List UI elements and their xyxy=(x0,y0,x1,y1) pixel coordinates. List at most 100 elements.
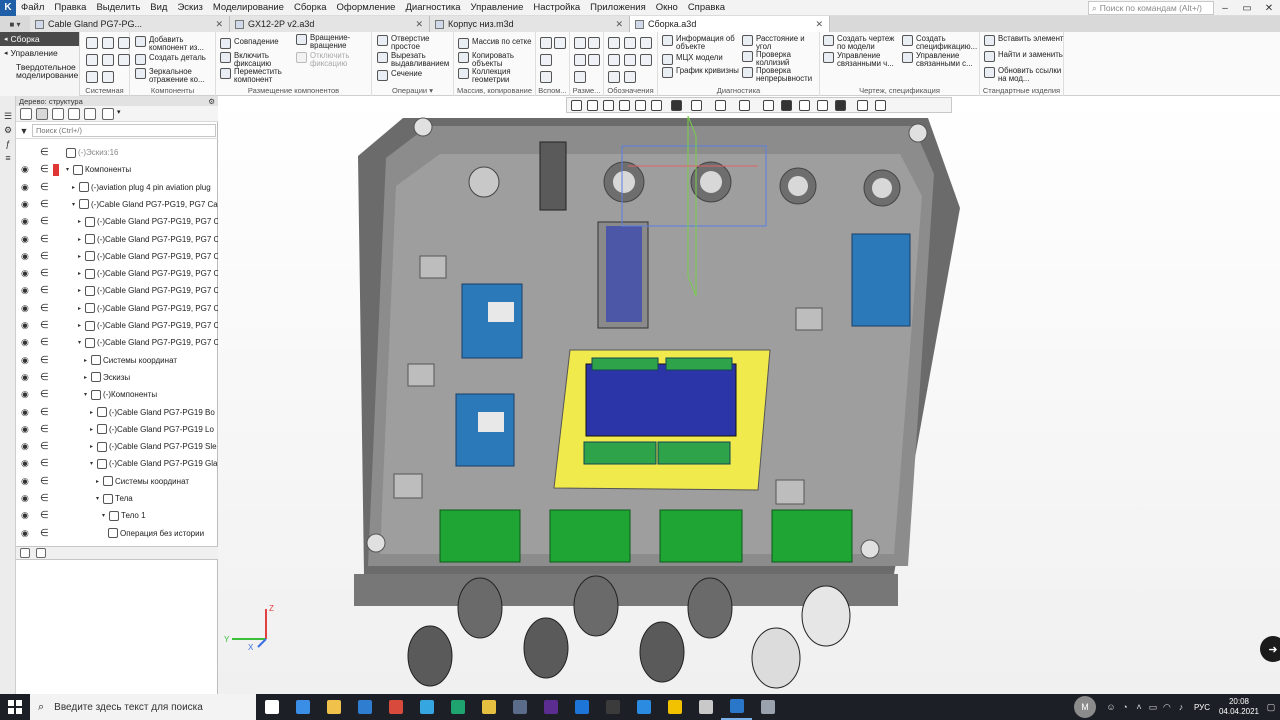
chevron-down-icon[interactable]: ▾ xyxy=(84,391,87,398)
include-icon[interactable]: ∈ xyxy=(40,493,49,504)
section-view-icon[interactable] xyxy=(739,100,750,111)
taskbar-app-explorer[interactable] xyxy=(318,694,349,720)
people-icon[interactable]: ☺ xyxy=(1104,702,1118,712)
insert-element-button[interactable]: Вставить элемент xyxy=(984,35,1064,46)
chevron-right-icon[interactable]: ▸ xyxy=(84,357,87,364)
menu-item-2[interactable]: Выделить xyxy=(91,2,145,13)
tree-row[interactable]: ◉ ∈ ▸ (-)Cable Gland PG7-PG19, PG7 C xyxy=(16,265,218,282)
tree-row[interactable]: ◉ ∈ ▸ (-)Cable Gland PG7-PG19, PG7 C xyxy=(16,317,218,334)
manage-linked-specs-button[interactable]: Управление связанными с... xyxy=(902,52,980,68)
properties-icon[interactable]: ⚙ xyxy=(2,124,14,136)
tree-search-input[interactable] xyxy=(32,124,216,137)
tree-row[interactable]: ◉ ∈ ▾ (-)Cable Gland PG7-PG19, PG7 Cab xyxy=(16,196,218,213)
disable-fixation-button[interactable]: Отключить фиксацию xyxy=(296,52,370,68)
mode-solid-modeling[interactable]: Твердотельное моделирование xyxy=(0,60,79,82)
panel-toggle-icon[interactable] xyxy=(20,548,30,558)
taskbar-app-terminal[interactable] xyxy=(597,694,628,720)
include-icon[interactable]: ∈ xyxy=(40,285,49,296)
eye-icon[interactable]: ◉ xyxy=(21,389,29,400)
menu-item-10[interactable]: Настройка xyxy=(528,2,585,13)
pan-icon[interactable] xyxy=(619,100,630,111)
menu-item-13[interactable]: Справка xyxy=(683,2,730,13)
taskbar-app-calculator[interactable] xyxy=(504,694,535,720)
eye-icon[interactable]: ◉ xyxy=(21,337,29,348)
collision-check-button[interactable]: Проверка коллизий xyxy=(742,51,820,67)
tree-grid-icon[interactable] xyxy=(68,108,80,120)
variables-icon[interactable]: ƒ xyxy=(2,138,14,150)
tree-row[interactable]: ◉ ∈ ▸ Системы координат xyxy=(16,352,218,369)
find-replace-button[interactable]: Найти и заменить xyxy=(984,51,1064,62)
command-search-input[interactable]: ⌕ Поиск по командам (Alt+/) xyxy=(1088,1,1214,15)
snap-icon[interactable] xyxy=(781,100,792,111)
object-info-button[interactable]: Информация об объекте xyxy=(662,35,740,51)
menu-item-9[interactable]: Управление xyxy=(466,2,529,13)
chevron-right-icon[interactable]: ▸ xyxy=(78,253,81,260)
mode-management[interactable]: ◂ Управление xyxy=(0,46,79,60)
action-center-icon[interactable]: ▢ xyxy=(1262,702,1280,713)
tree-row[interactable]: ◉ ∈ ▸ (-)Cable Gland PG7-PG19, PG7 C xyxy=(16,282,218,299)
tree-row[interactable]: ∈ (-)Эскиз:16 xyxy=(16,144,218,161)
tree-row[interactable]: ◉ ∈ ▸ (-)Cable Gland PG7-PG19, PG7 C xyxy=(16,213,218,230)
battery-icon[interactable]: ▭ xyxy=(1146,702,1160,713)
eye-icon[interactable]: ◉ xyxy=(21,164,29,175)
close-icon[interactable]: ✕ xyxy=(815,19,823,30)
eye-icon[interactable]: ◉ xyxy=(21,458,29,469)
close-icon[interactable]: ✕ xyxy=(1258,0,1280,16)
chevron-right-icon[interactable]: ▸ xyxy=(90,409,93,416)
layers-icon[interactable]: ≡ xyxy=(2,152,14,164)
redo-icon[interactable] xyxy=(102,71,114,83)
select-all-icon[interactable] xyxy=(857,100,868,111)
orientation-icon[interactable] xyxy=(651,100,662,111)
taskbar-app-app-red[interactable] xyxy=(380,694,411,720)
aux-axis-icon[interactable] xyxy=(554,37,566,49)
expand-arrow-icon[interactable]: ➜ xyxy=(1260,636,1280,662)
close-icon[interactable]: ✕ xyxy=(415,19,423,30)
tree-row[interactable]: ◉ ∈ ▸ (-)Cable Gland PG7-PG19, PG7 C xyxy=(16,300,218,317)
render-icon[interactable] xyxy=(763,100,774,111)
eye-icon[interactable]: ◉ xyxy=(21,476,29,487)
document-tab-0[interactable]: Cable Gland PG7-PG... ✕ xyxy=(30,16,230,32)
chevron-right-icon[interactable]: ▸ xyxy=(90,443,93,450)
taskbar-app-kompas[interactable] xyxy=(721,694,752,720)
create-drawing-button[interactable]: Создать чертеж по модели xyxy=(823,35,903,51)
thread-icon[interactable] xyxy=(624,54,636,66)
include-icon[interactable]: ∈ xyxy=(40,182,49,193)
save-icon[interactable] xyxy=(118,37,130,49)
eye-icon[interactable]: ◉ xyxy=(21,216,29,227)
eye-icon[interactable]: ◉ xyxy=(21,372,29,383)
include-icon[interactable]: ∈ xyxy=(40,320,49,331)
selection-filter-icon[interactable] xyxy=(835,100,846,111)
leader-icon[interactable] xyxy=(574,71,586,83)
print-icon[interactable] xyxy=(86,54,98,66)
tree-row[interactable]: ◉ ∈ ▾ (-)Cable Gland PG7-PG19 Gla xyxy=(16,455,218,472)
clock[interactable]: 20:08 04.04.2021 xyxy=(1216,697,1262,717)
eye-icon[interactable]: ◉ xyxy=(21,528,29,539)
document-tab-2[interactable]: Корпус низ.m3d ✕ xyxy=(430,16,630,32)
chevron-right-icon[interactable]: ▸ xyxy=(78,236,81,243)
tree-row[interactable]: ◉ ∈ Операция без истории xyxy=(16,525,218,542)
close-icon[interactable]: ✕ xyxy=(215,19,223,30)
include-icon[interactable]: ∈ xyxy=(40,476,49,487)
chevron-right-icon[interactable]: ▸ xyxy=(72,184,75,191)
add-component-button[interactable]: Добавить компонент из... xyxy=(135,36,215,52)
filter-icon[interactable] xyxy=(817,100,828,111)
enable-fixation-button[interactable]: Включить фиксацию xyxy=(220,52,286,68)
extrude-cut-button[interactable]: Вырезать выдавливанием xyxy=(377,52,453,68)
update-links-button[interactable]: Обновить ссылки на мод... xyxy=(984,67,1064,83)
taskbar-search-input[interactable]: ⌕ Введите здесь текст для поиска xyxy=(30,694,256,720)
include-icon[interactable]: ∈ xyxy=(40,268,49,279)
minimize-icon[interactable]: – xyxy=(1214,0,1236,16)
mirror-component-button[interactable]: Зеркальное отражение ко... xyxy=(135,68,215,84)
eye-icon[interactable]: ◉ xyxy=(21,199,29,210)
close-icon[interactable]: ✕ xyxy=(615,19,623,30)
base-icon[interactable] xyxy=(640,37,652,49)
include-icon[interactable]: ∈ xyxy=(40,389,49,400)
include-icon[interactable]: ∈ xyxy=(40,199,49,210)
zoom-icon[interactable] xyxy=(603,100,614,111)
section-button[interactable]: Сечение xyxy=(377,70,453,81)
diameter-dimension-icon[interactable] xyxy=(588,54,600,66)
mass-properties-button[interactable]: МЦХ модели xyxy=(662,54,740,65)
geometry-collection-button[interactable]: Коллекция геометрии xyxy=(458,68,536,84)
user-avatar[interactable]: M xyxy=(1073,696,1096,718)
tree-row[interactable]: ◉ ∈ ▸ (-)Cable Gland PG7-PG19 Sle xyxy=(16,438,218,455)
